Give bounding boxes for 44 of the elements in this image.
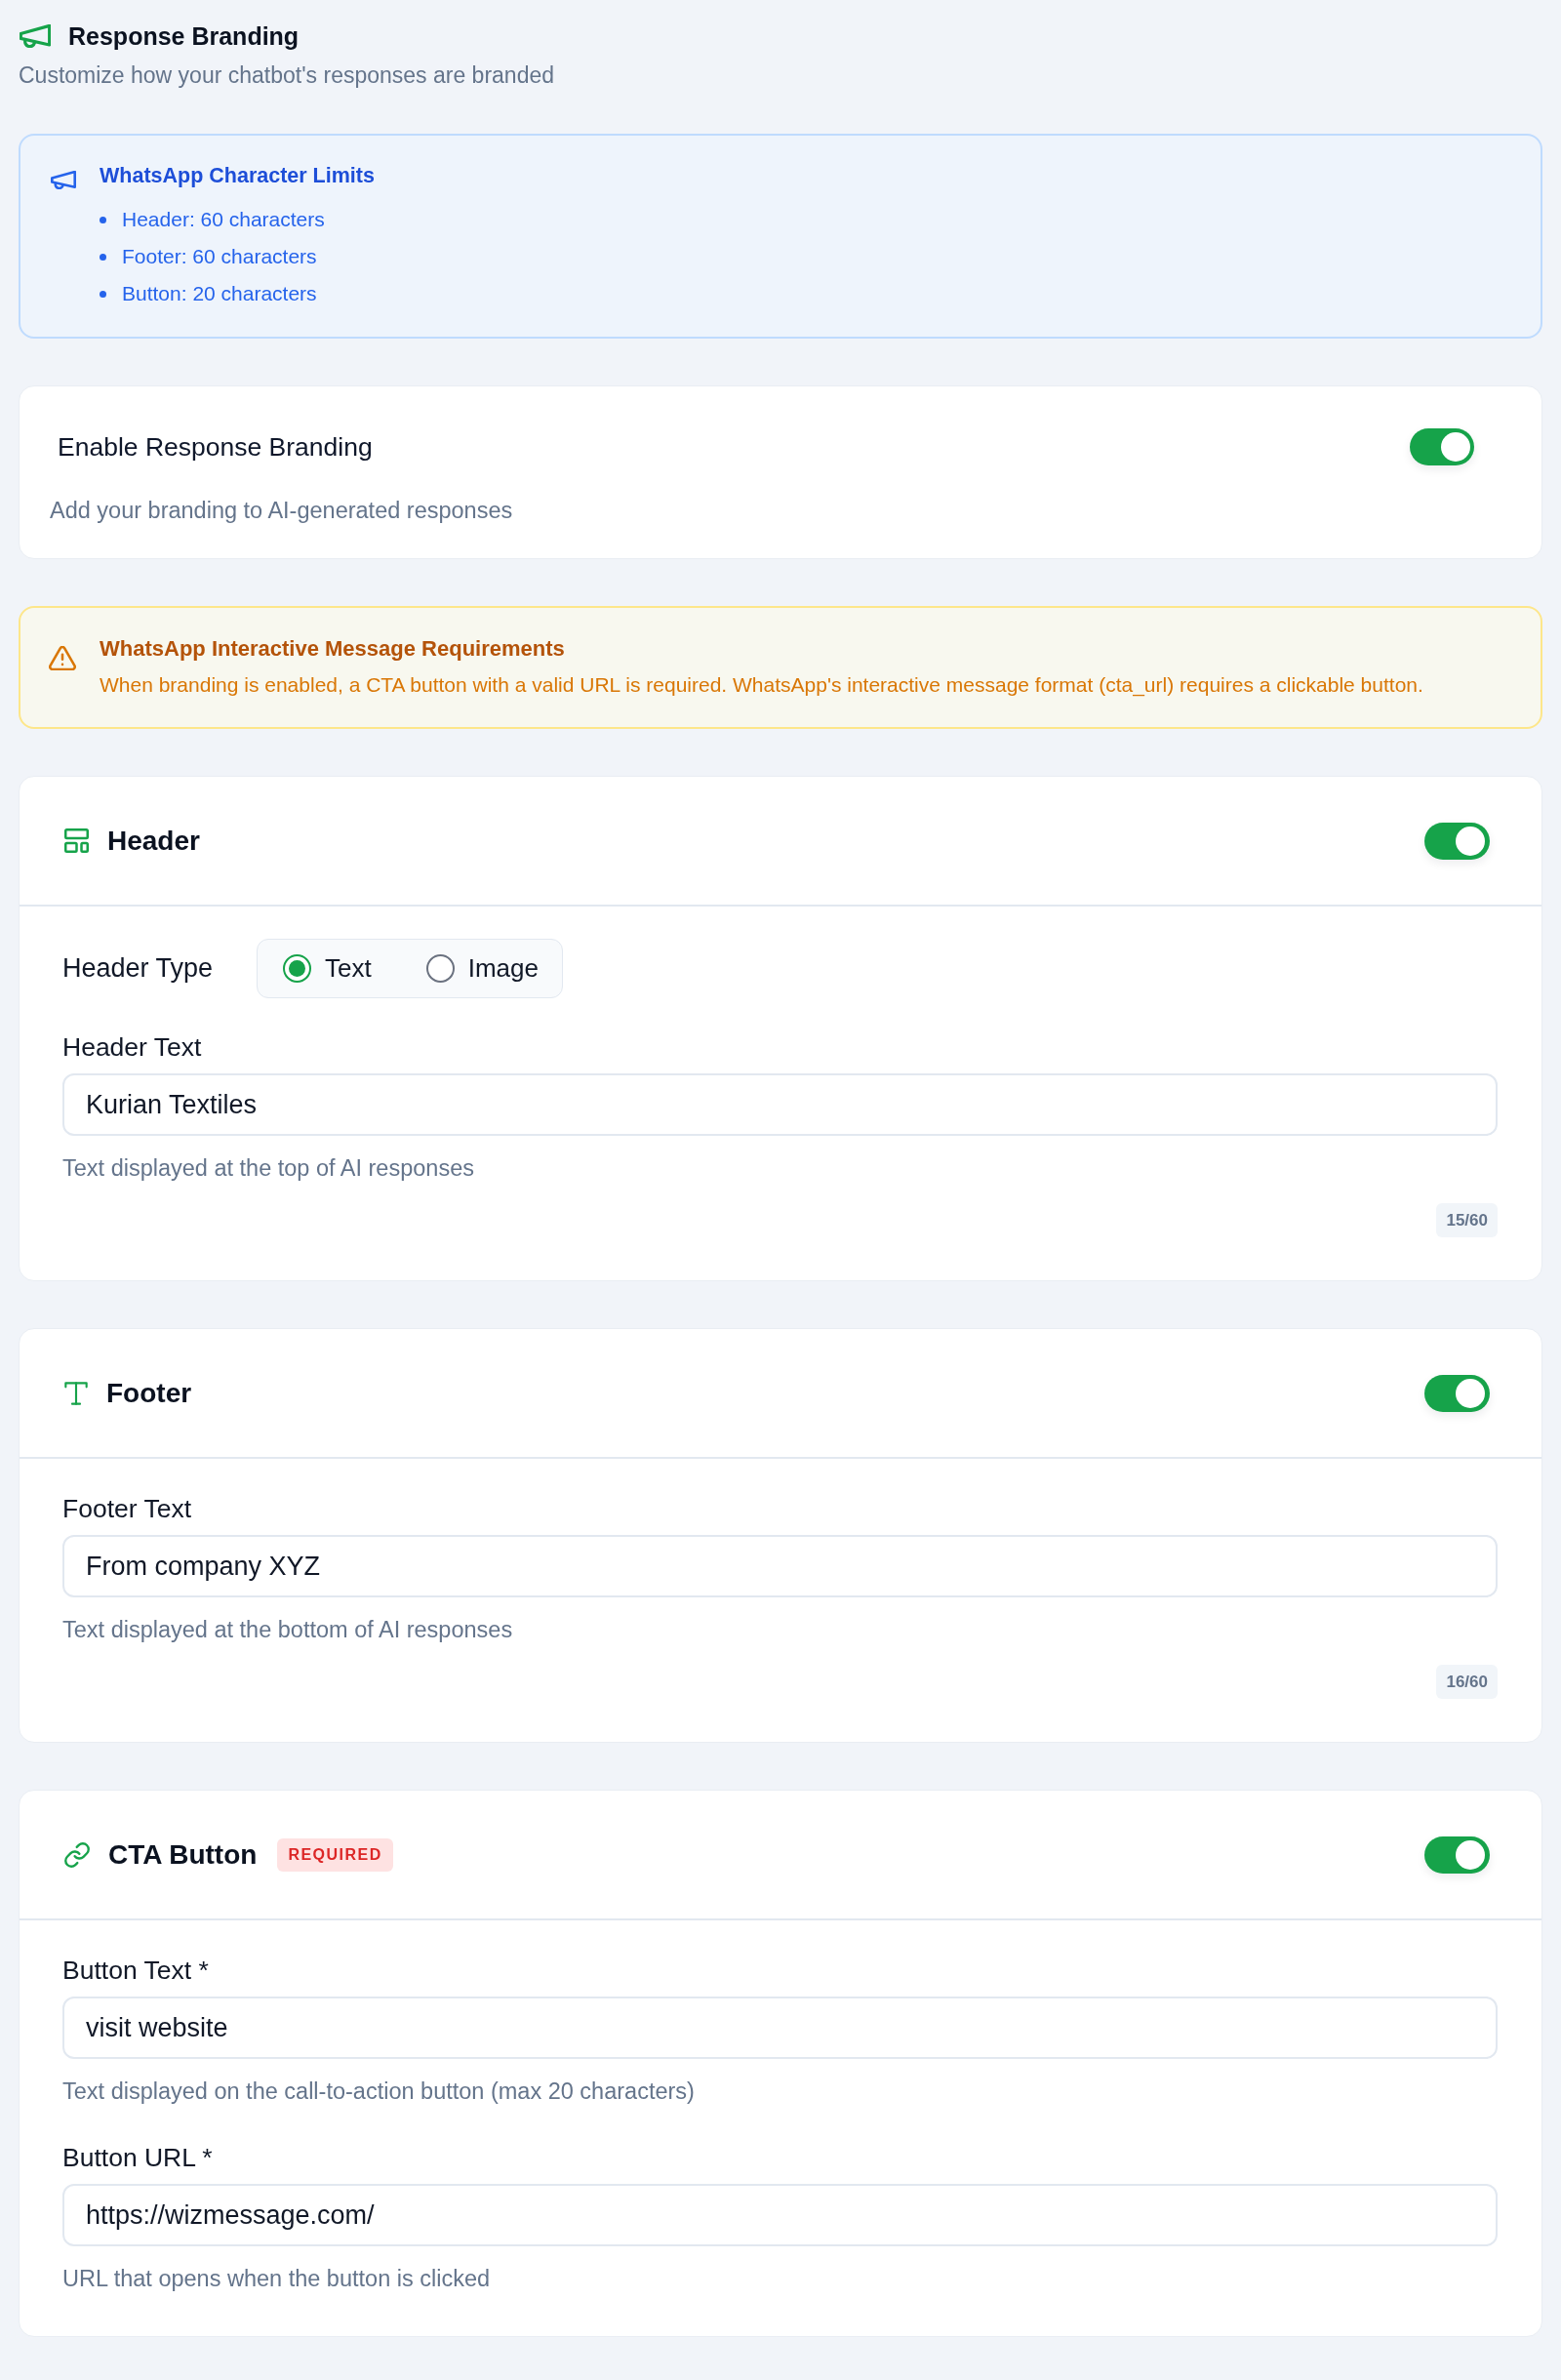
bullet-icon bbox=[100, 216, 106, 223]
link-icon bbox=[64, 1841, 90, 1868]
radio-option[interactable]: Image bbox=[425, 953, 539, 984]
limit-item: Header: 60 characters bbox=[122, 207, 325, 232]
setting-description: Add your branding to AI-generated responses bbox=[50, 497, 514, 525]
toggle-switch[interactable] bbox=[1410, 428, 1474, 465]
warning-title: WhatsApp Interactive Message Requirements bbox=[100, 635, 566, 663]
toggle-switch[interactable] bbox=[1424, 1835, 1490, 1874]
toggle-switch[interactable] bbox=[1424, 822, 1490, 860]
bullet-icon bbox=[100, 290, 106, 298]
page-subtitle: Customize how your chatbot's responses are branded bbox=[19, 61, 556, 90]
section-title: Footer bbox=[106, 1377, 192, 1409]
field-hint: URL that opens when the button is clicked bbox=[62, 2265, 491, 2293]
text-input[interactable]: From company XYZ bbox=[62, 1535, 1498, 1597]
field-label: Footer Text bbox=[62, 1493, 192, 1525]
character-counter: 15/60 bbox=[1436, 1203, 1498, 1237]
info-title: WhatsApp Character Limits bbox=[100, 163, 375, 189]
page-title: Response Branding bbox=[68, 21, 300, 52]
section-title: CTA Button bbox=[108, 1838, 258, 1871]
field-label: Button URL * bbox=[62, 2142, 213, 2174]
setting-title: Enable Response Branding bbox=[58, 431, 373, 463]
required-badge: REQUIRED bbox=[277, 1837, 393, 1872]
megaphone-icon bbox=[51, 171, 76, 189]
warning-icon bbox=[49, 646, 76, 670]
field-hint: Text displayed at the bottom of AI responses bbox=[62, 1616, 513, 1644]
text-input[interactable]: https://wizmessage.com/ bbox=[62, 2184, 1498, 2246]
bullet-icon bbox=[100, 253, 106, 261]
toggle-switch[interactable] bbox=[1424, 1374, 1490, 1412]
warning-text: When branding is enabled, a CTA button with a valid URL is required. WhatsApp's interactive message format (cta_url) requires a clickable button. bbox=[100, 672, 1423, 699]
header-type-label: Header Type bbox=[62, 953, 213, 984]
layout-icon bbox=[64, 828, 89, 853]
limit-item: Footer: 60 characters bbox=[122, 244, 317, 269]
field-hint: Text displayed at the top of AI responses bbox=[62, 1154, 474, 1183]
field-hint: Text displayed on the call-to-action button (max 20 characters) bbox=[62, 2077, 695, 2106]
limit-item: Button: 20 characters bbox=[122, 281, 317, 306]
text-input[interactable]: Kurian Textiles bbox=[62, 1073, 1498, 1136]
character-counter: 16/60 bbox=[1436, 1665, 1498, 1699]
field-label: Button Text * bbox=[62, 1955, 209, 1987]
radio-option[interactable]: Text bbox=[283, 953, 372, 984]
section-title: Header bbox=[107, 825, 200, 857]
text-type-icon bbox=[64, 1381, 88, 1405]
megaphone-icon bbox=[20, 24, 51, 48]
field-label: Header Text bbox=[62, 1031, 202, 1064]
text-input[interactable]: visit website bbox=[62, 1997, 1498, 2059]
